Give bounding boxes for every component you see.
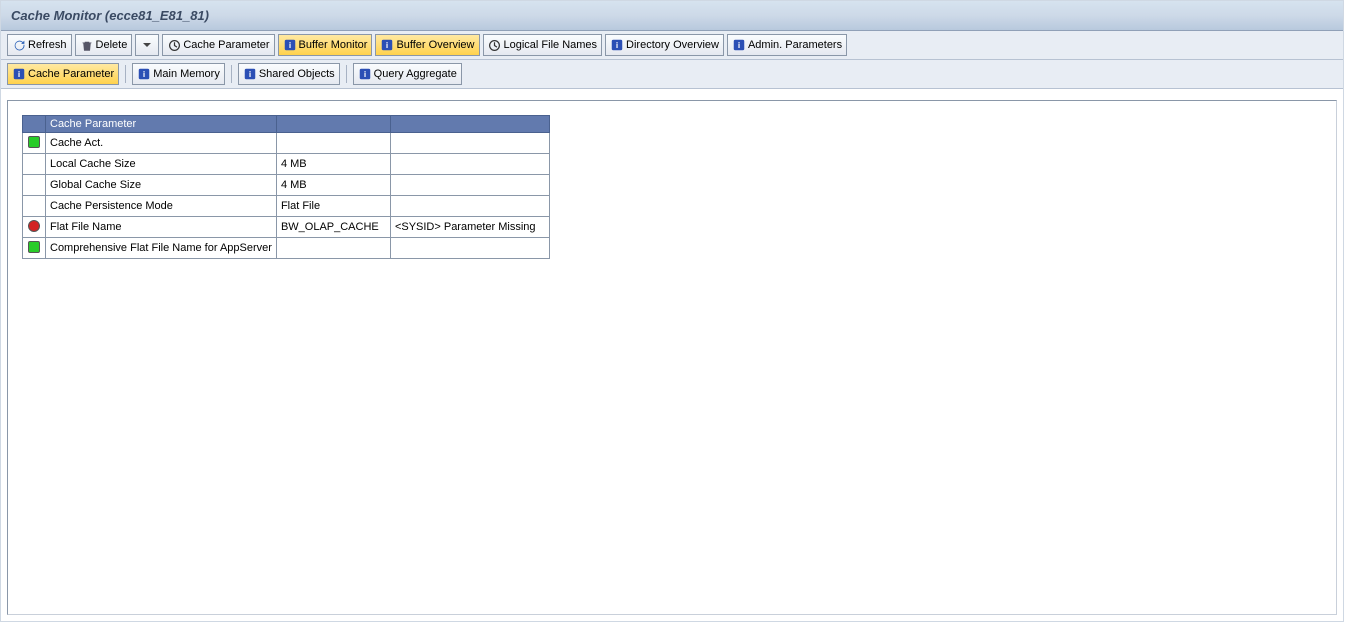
refresh-button[interactable]: Refresh <box>7 34 72 56</box>
clock-icon <box>488 38 502 52</box>
title-bar: Cache Monitor (ecce81_E81_81) <box>1 1 1343 31</box>
table-header-row: Cache Parameter <box>23 116 550 133</box>
cell-value: Flat File <box>276 196 390 217</box>
th-parameter[interactable]: Cache Parameter <box>46 116 277 133</box>
cell-value <box>276 238 390 259</box>
info-icon: i <box>283 38 297 52</box>
cell-value: 4 MB <box>276 154 390 175</box>
cell-note: <SYSID> Parameter Missing <box>390 217 549 238</box>
window: Cache Monitor (ecce81_E81_81) Refresh De… <box>0 0 1344 622</box>
dropdown-button[interactable] <box>135 34 159 56</box>
button-label: Delete <box>96 39 128 51</box>
button-label: Main Memory <box>153 68 220 80</box>
status-ok-icon <box>28 136 40 148</box>
page-title: Cache Monitor (ecce81_E81_81) <box>11 8 209 23</box>
separator <box>125 65 126 83</box>
cell-note <box>390 133 549 154</box>
status-ok-icon <box>28 241 40 253</box>
refresh-icon <box>12 38 26 52</box>
cell-value <box>276 133 390 154</box>
cell-param: Cache Act. <box>46 133 277 154</box>
clock-icon <box>167 38 181 52</box>
info-icon: i <box>380 38 394 52</box>
trash-icon <box>80 38 94 52</box>
cache-parameter-table: Cache Parameter Cache Act. Local Cache S… <box>22 115 550 259</box>
th-value[interactable] <box>276 116 390 133</box>
directory-overview-button[interactable]: i Directory Overview <box>605 34 724 56</box>
svg-text:i: i <box>364 70 366 79</box>
toolbar-primary: Refresh Delete Cache Parameter i Buffer … <box>1 31 1343 60</box>
cell-note <box>390 196 549 217</box>
button-label: Shared Objects <box>259 68 335 80</box>
cell-param: Global Cache Size <box>46 175 277 196</box>
table-row[interactable]: Local Cache Size 4 MB <box>23 154 550 175</box>
separator <box>231 65 232 83</box>
cell-value: 4 MB <box>276 175 390 196</box>
svg-text:i: i <box>18 70 20 79</box>
svg-text:i: i <box>738 41 740 50</box>
shared-objects-tab[interactable]: i Shared Objects <box>238 63 340 85</box>
cell-param: Cache Persistence Mode <box>46 196 277 217</box>
button-label: Directory Overview <box>626 39 719 51</box>
svg-text:i: i <box>616 41 618 50</box>
toolbar-secondary: i Cache Parameter i Main Memory i Shared… <box>1 60 1343 89</box>
th-status[interactable] <box>23 116 46 133</box>
button-label: Buffer Monitor <box>299 39 368 51</box>
info-icon: i <box>137 67 151 81</box>
logical-file-names-button[interactable]: Logical File Names <box>483 34 603 56</box>
main-memory-tab[interactable]: i Main Memory <box>132 63 225 85</box>
button-label: Cache Parameter <box>28 68 114 80</box>
cache-parameter-button[interactable]: Cache Parameter <box>162 34 274 56</box>
cell-param: Flat File Name <box>46 217 277 238</box>
button-label: Buffer Overview <box>396 39 474 51</box>
svg-text:i: i <box>288 41 290 50</box>
cache-parameter-tab[interactable]: i Cache Parameter <box>7 63 119 85</box>
button-label: Logical File Names <box>504 39 598 51</box>
button-label: Admin. Parameters <box>748 39 842 51</box>
info-icon: i <box>358 67 372 81</box>
cell-value: BW_OLAP_CACHE <box>276 217 390 238</box>
cell-param: Comprehensive Flat File Name for AppServ… <box>46 238 277 259</box>
separator <box>346 65 347 83</box>
svg-text:i: i <box>386 41 388 50</box>
info-icon: i <box>243 67 257 81</box>
status-error-icon <box>28 220 40 232</box>
chevron-down-icon <box>140 38 154 52</box>
content-area: Cache Parameter Cache Act. Local Cache S… <box>7 100 1337 615</box>
table-row[interactable]: Global Cache Size 4 MB <box>23 175 550 196</box>
svg-text:i: i <box>143 70 145 79</box>
svg-text:i: i <box>249 70 251 79</box>
info-icon: i <box>732 38 746 52</box>
admin-parameters-button[interactable]: i Admin. Parameters <box>727 34 847 56</box>
buffer-overview-button[interactable]: i Buffer Overview <box>375 34 479 56</box>
table-row[interactable]: Cache Persistence Mode Flat File <box>23 196 550 217</box>
table-row[interactable]: Cache Act. <box>23 133 550 154</box>
th-note[interactable] <box>390 116 549 133</box>
table-row[interactable]: Comprehensive Flat File Name for AppServ… <box>23 238 550 259</box>
button-label: Cache Parameter <box>183 39 269 51</box>
button-label: Query Aggregate <box>374 68 457 80</box>
query-aggregate-tab[interactable]: i Query Aggregate <box>353 63 462 85</box>
cell-note <box>390 154 549 175</box>
table-row[interactable]: Flat File Name BW_OLAP_CACHE <SYSID> Par… <box>23 217 550 238</box>
delete-button[interactable]: Delete <box>75 34 133 56</box>
buffer-monitor-button[interactable]: i Buffer Monitor <box>278 34 373 56</box>
cell-note <box>390 238 549 259</box>
cell-note <box>390 175 549 196</box>
button-label: Refresh <box>28 39 67 51</box>
cell-param: Local Cache Size <box>46 154 277 175</box>
info-icon: i <box>610 38 624 52</box>
info-icon: i <box>12 67 26 81</box>
